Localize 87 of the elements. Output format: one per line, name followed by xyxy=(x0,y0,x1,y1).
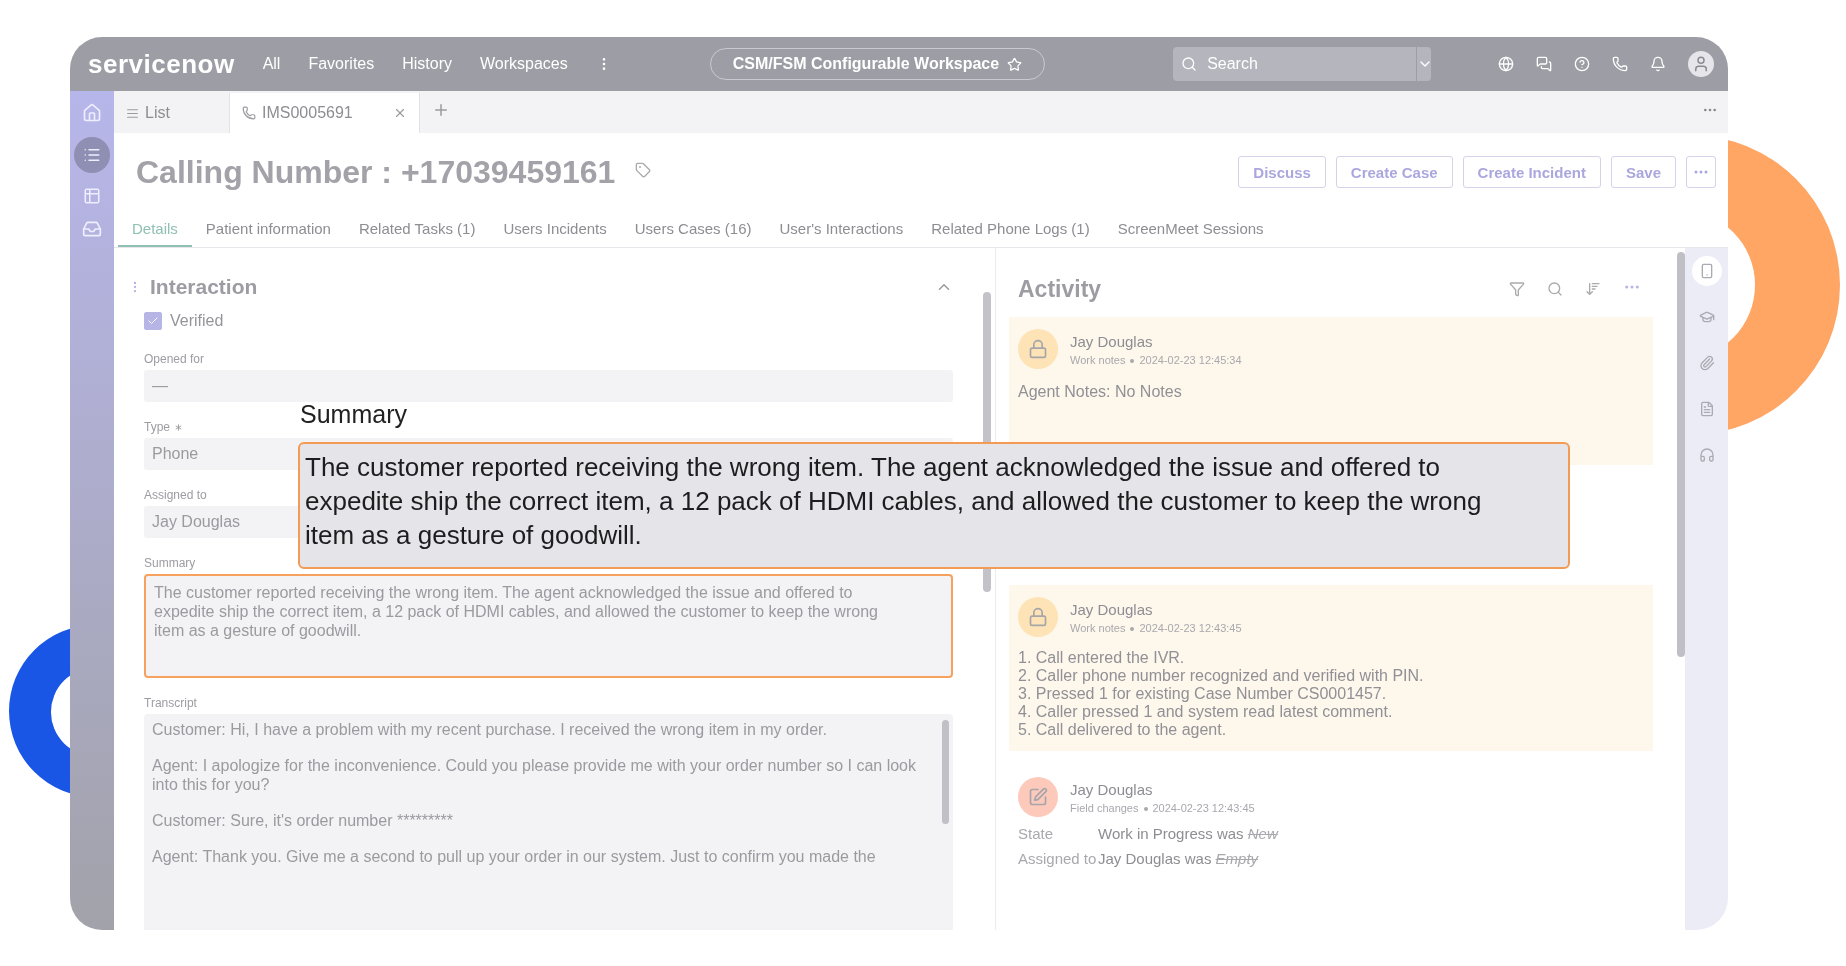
required-icon xyxy=(173,421,184,433)
star-icon[interactable] xyxy=(1007,56,1023,72)
bell-icon[interactable] xyxy=(1650,56,1666,72)
tab[interactable]: Patient information xyxy=(191,211,345,247)
tab[interactable]: Related Phone Logs (1) xyxy=(917,211,1104,247)
separator-dot xyxy=(1143,806,1148,811)
note-line: 2. Caller phone number recognized and verified with PIN. xyxy=(1018,667,1425,685)
search-bar[interactable]: Search xyxy=(1173,47,1432,81)
scrollbar[interactable] xyxy=(942,720,949,824)
summary-field[interactable]: The customer reported receiving the wrong item. The agent acknowledged the issue and offered to expedite ship the correct item, a 12 pack of HDMI cables, and allowed the customer to keep the wrong item as a gesture of goodwill. xyxy=(144,574,953,678)
panel-title: Activity xyxy=(1018,275,1103,303)
nav-link[interactable]: History xyxy=(402,55,452,73)
note-line: 1. Call entered the IVR. xyxy=(1018,649,1186,667)
home-icon[interactable] xyxy=(82,103,102,123)
tab[interactable]: Users Cases (16) xyxy=(620,211,766,247)
field-label: Type xyxy=(144,420,170,434)
action-button[interactable]: Save xyxy=(1610,156,1676,188)
entry-type: Field changes xyxy=(1070,801,1139,814)
note-line: Agent Notes: No Notes xyxy=(1018,383,1183,401)
checkbox-label: Verified xyxy=(170,312,224,330)
table-icon[interactable] xyxy=(83,187,101,205)
tab[interactable]: Details xyxy=(118,211,192,247)
search-input[interactable]: Search xyxy=(1205,54,1417,74)
action-button[interactable]: Create Case xyxy=(1335,156,1453,188)
tab[interactable]: User's Interactions xyxy=(765,211,918,247)
device-icon[interactable] xyxy=(1691,256,1722,286)
nav-link[interactable]: All xyxy=(262,55,281,73)
phone-icon xyxy=(242,106,256,120)
entry-time: 2024-02-23 12:45:34 xyxy=(1139,353,1242,366)
scrollbar[interactable] xyxy=(1677,252,1685,657)
logo[interactable]: servicenow xyxy=(88,48,235,80)
tab[interactable]: ScreenMeet Sessions xyxy=(1103,211,1278,247)
author-name: Jay Douglas xyxy=(1070,332,1154,350)
nav-link[interactable]: Favorites xyxy=(308,55,375,73)
field-label: Summary xyxy=(144,556,196,570)
nav-link[interactable]: Workspaces xyxy=(480,55,568,73)
search-icon[interactable] xyxy=(1547,281,1563,297)
separator-dot xyxy=(1130,626,1135,631)
note-line: 5. Call delivered to the agent. xyxy=(1018,721,1228,739)
action-button[interactable]: Create Incident xyxy=(1462,156,1601,188)
field-label: Opened for xyxy=(144,352,205,366)
author-name: Jay Douglas xyxy=(1070,780,1154,798)
action-button[interactable]: Discuss xyxy=(1238,156,1326,188)
more-icon xyxy=(1694,170,1708,174)
inbox-icon[interactable] xyxy=(82,219,102,239)
list-icon[interactable] xyxy=(74,137,110,173)
input-field[interactable]: — xyxy=(144,370,953,402)
chat-icon[interactable] xyxy=(1536,56,1552,72)
sort-icon[interactable] xyxy=(1585,281,1601,297)
document-tab[interactable]: IMS0005691 xyxy=(230,93,420,133)
close-icon[interactable] xyxy=(393,106,407,120)
entry-type: Work notes xyxy=(1070,621,1126,634)
change-field: State xyxy=(1018,825,1098,842)
callout-title: Summary xyxy=(300,400,407,429)
help-icon[interactable] xyxy=(1574,56,1590,72)
lock-icon xyxy=(1018,329,1058,369)
transcript-field[interactable]: Customer: Hi, I have a problem with my recent purchase. I received the wrong item in my order. Agent: I apologize for the inconvenience. Could you please provide me with your order number so I can look into this for you? Customer: Sure, it's order number ********* Agent: Thank you. Give me a second to pull up your order in our system. Just to confirm you made the xyxy=(144,714,953,930)
field-label: Transcript xyxy=(144,696,197,710)
edit-icon xyxy=(1018,777,1058,817)
globe-icon[interactable] xyxy=(1498,56,1514,72)
avatar[interactable] xyxy=(1688,51,1714,77)
section-title: Interaction xyxy=(150,275,259,299)
list-icon xyxy=(126,106,139,120)
field-label: Assigned to xyxy=(144,488,207,502)
separator-dot xyxy=(1130,358,1135,363)
record-title: Calling Number : +17039459161 xyxy=(136,153,616,191)
phone-icon[interactable] xyxy=(1612,56,1628,72)
entry-type: Work notes xyxy=(1070,353,1126,366)
search-icon xyxy=(1181,56,1198,72)
tab[interactable]: Related Tasks (1) xyxy=(344,211,490,247)
summary-tooltip: The customer reported receiving the wrong item. The agent acknowledged the issue and offered to expedite ship the correct item, a 12 pack of HDMI cables, and allowed the customer to keep the wrong item as a gesture of goodwill. xyxy=(298,442,1570,569)
author-name: Jay Douglas xyxy=(1070,600,1154,618)
checkbox[interactable] xyxy=(144,312,162,330)
tag-icon[interactable] xyxy=(635,162,652,178)
filter-icon[interactable] xyxy=(1509,281,1525,297)
change-field: Assigned to xyxy=(1018,850,1098,867)
lock-icon xyxy=(1018,597,1058,637)
check-icon xyxy=(147,315,159,327)
change-value: Work in Progress was New xyxy=(1098,825,1278,842)
note-line: 4. Caller pressed 1 and system read latest comment. xyxy=(1018,703,1394,721)
note-line: 3. Pressed 1 for existing Case Number CS0001457. xyxy=(1018,685,1388,703)
entry-time: 2024-02-23 12:43:45 xyxy=(1139,621,1242,634)
tab[interactable]: Users Incidents xyxy=(489,211,621,247)
more-button[interactable] xyxy=(1686,156,1716,188)
change-value: Jay Douglas was Empty xyxy=(1098,850,1259,867)
entry-time: 2024-02-23 12:43:45 xyxy=(1152,801,1255,814)
add-tab-icon[interactable] xyxy=(432,101,450,119)
